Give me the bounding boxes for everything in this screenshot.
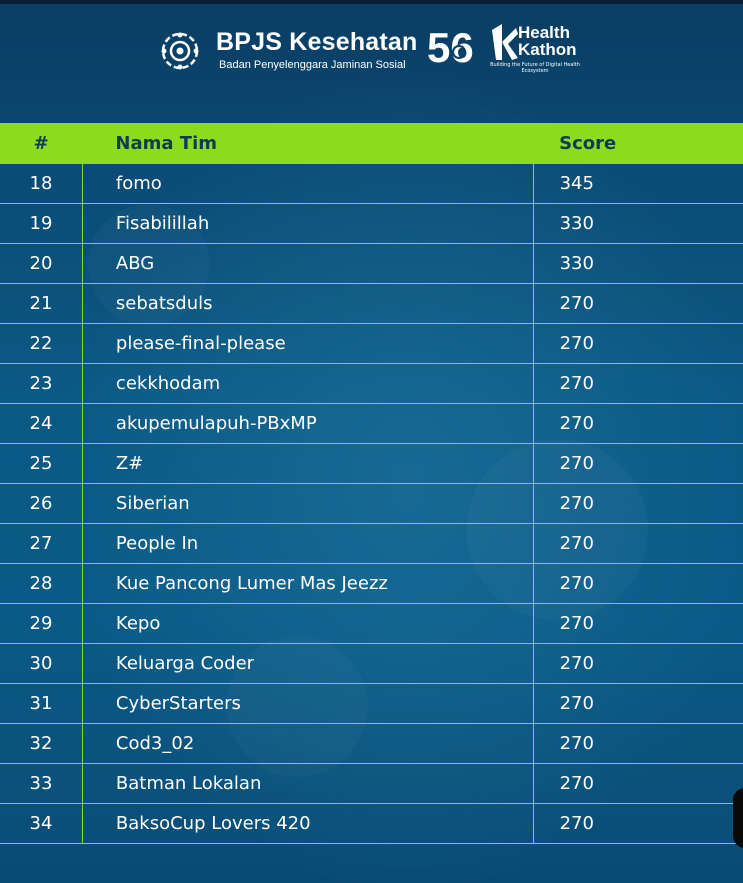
team-name-cell: cekkhodam [81, 363, 534, 404]
team-name-cell: please-final-please [81, 323, 534, 364]
team-name-cell: ABG [81, 243, 534, 284]
column-header-team: Nama Tim [115, 132, 218, 154]
table-row: 27 People In 270 [0, 523, 743, 564]
rank-cell: 22 [0, 323, 83, 364]
edge-shadow [733, 788, 743, 848]
score-cell: 270 [532, 523, 743, 564]
rank-cell: 30 [0, 643, 83, 684]
column-header-rank: # [33, 132, 49, 154]
rank-cell: 33 [0, 763, 83, 804]
rank-cell: 29 [0, 603, 83, 644]
healthkathon-tagline: Building the Future of Digital Health Ec… [490, 62, 580, 74]
score-cell: 330 [532, 203, 743, 244]
score-cell: 270 [532, 443, 743, 484]
rank-cell: 31 [0, 683, 83, 724]
table-row: 24 akupemulapuh-PBxMP 270 [0, 403, 743, 444]
score-cell: 345 [532, 163, 743, 204]
header: BPJS Kesehatan Badan Penyelenggara Jamin… [0, 0, 743, 110]
table-row: 23 cekkhodam 270 [0, 363, 743, 404]
team-name-cell: Z# [81, 443, 534, 484]
team-name-cell: Fisabilillah [81, 203, 534, 244]
table-row: 18 fomo 345 [0, 163, 743, 204]
team-name-cell: akupemulapuh-PBxMP [81, 403, 534, 444]
healthkathon-name-line1: Health [518, 23, 570, 42]
rank-cell: 24 [0, 403, 83, 444]
rank-cell: 20 [0, 243, 83, 284]
bpjs-brand-subtitle: Badan Penyelenggara Jaminan Sosial [219, 59, 406, 71]
bpjs-brand-name: BPJS Kesehatan [216, 28, 418, 56]
team-name-cell: BaksoCup Lovers 420 [81, 803, 534, 844]
table-row: 29 Kepo 270 [0, 603, 743, 644]
table-row: 33 Batman Lokalan 270 [0, 763, 743, 804]
team-name-cell: Keluarga Coder [81, 643, 534, 684]
table-header-row: # Nama Tim Score [0, 123, 743, 164]
score-cell: 270 [532, 803, 743, 844]
team-name-cell: fomo [81, 163, 534, 204]
rank-cell: 27 [0, 523, 83, 564]
score-cell: 330 [532, 243, 743, 284]
score-cell: 270 [532, 483, 743, 524]
anniversary-56-logo-icon: 56 [427, 24, 474, 71]
team-name-cell: Cod3_02 [81, 723, 534, 764]
table-row: 30 Keluarga Coder 270 [0, 643, 743, 684]
leaderboard-table: # Nama Tim Score 18 fomo 345 19 Fisabilillah… [0, 123, 743, 844]
healthkathon-name-line2: Kathon [518, 40, 577, 59]
score-cell: 270 [532, 283, 743, 324]
table-row: 22 please-final-please 270 [0, 323, 743, 364]
team-name-cell: sebatsduls [81, 283, 534, 324]
score-cell: 270 [532, 403, 743, 444]
score-cell: 270 [532, 363, 743, 404]
table-row: 20 ABG 330 [0, 243, 743, 284]
table-row: 25 Z# 270 [0, 443, 743, 484]
rank-cell: 19 [0, 203, 83, 244]
score-cell: 270 [532, 563, 743, 604]
bpjs-logo-icon [161, 32, 199, 70]
table-row: 28 Kue Pancong Lumer Mas Jeezz 270 [0, 563, 743, 604]
team-name-cell: Kue Pancong Lumer Mas Jeezz [81, 563, 534, 604]
team-name-cell: CyberStarters [81, 683, 534, 724]
rank-cell: 18 [0, 163, 83, 204]
score-cell: 270 [532, 683, 743, 724]
rank-cell: 26 [0, 483, 83, 524]
team-name-cell: Kepo [81, 603, 534, 644]
table-row: 34 BaksoCup Lovers 420 270 [0, 803, 743, 844]
score-cell: 270 [532, 643, 743, 684]
score-cell: 270 [532, 763, 743, 804]
rank-cell: 21 [0, 283, 83, 324]
rank-cell: 23 [0, 363, 83, 404]
anniversary-number: 56 [427, 24, 474, 71]
table-row: 26 Siberian 270 [0, 483, 743, 524]
column-header-score: Score [559, 132, 617, 154]
table-row: 21 sebatsduls 270 [0, 283, 743, 324]
rank-cell: 25 [0, 443, 83, 484]
team-name-cell: People In [81, 523, 534, 564]
team-name-cell: Siberian [81, 483, 534, 524]
table-row: 19 Fisabilillah 330 [0, 203, 743, 244]
team-name-cell: Batman Lokalan [81, 763, 534, 804]
table-row: 31 CyberStarters 270 [0, 683, 743, 724]
rank-cell: 28 [0, 563, 83, 604]
score-cell: 270 [532, 323, 743, 364]
rank-cell: 32 [0, 723, 83, 764]
rank-cell: 34 [0, 803, 83, 844]
score-cell: 270 [532, 603, 743, 644]
score-cell: 270 [532, 723, 743, 764]
table-row: 32 Cod3_02 270 [0, 723, 743, 764]
